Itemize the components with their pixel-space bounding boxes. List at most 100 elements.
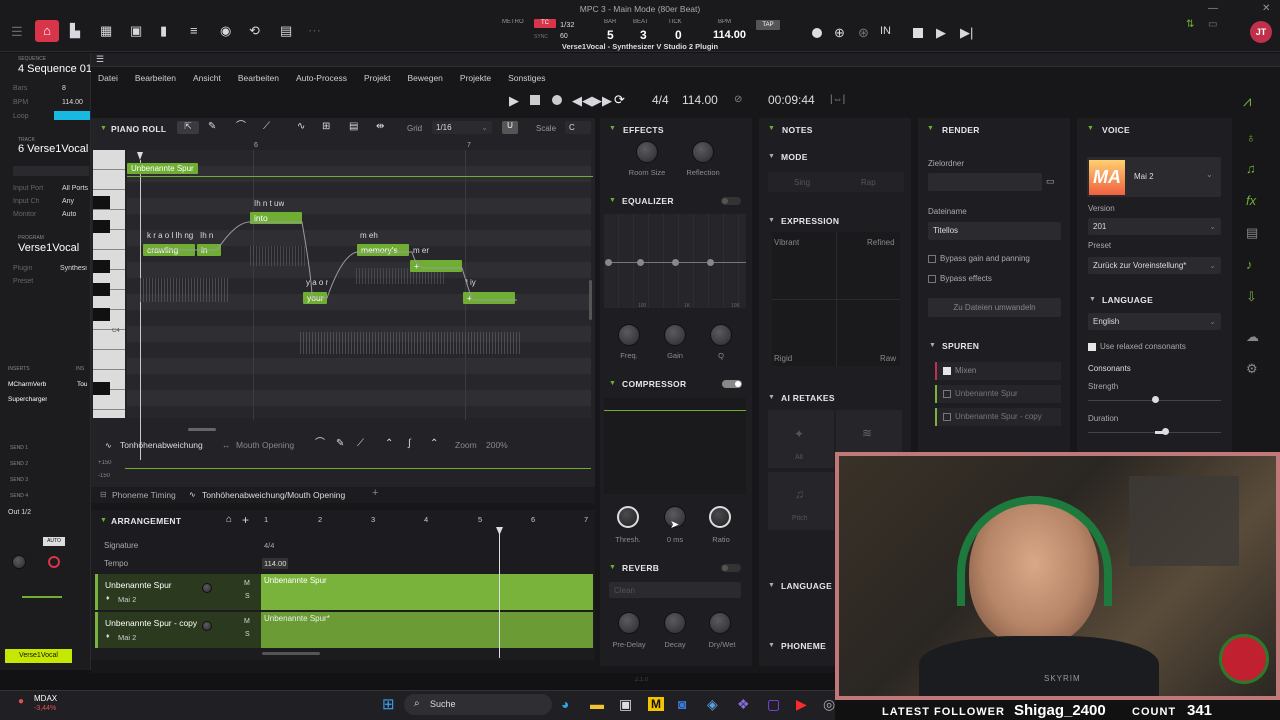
fit-icon[interactable]: |⇔| (830, 95, 845, 105)
gain-knob[interactable] (664, 324, 686, 346)
eq-node[interactable] (605, 259, 612, 266)
loop-toggle[interactable] (54, 111, 90, 120)
track-name[interactable]: 6 Verse1Vocal (18, 143, 88, 155)
expression-collapse-icon[interactable]: ▼ (768, 217, 775, 224)
duration-handle[interactable] (1162, 428, 1169, 435)
threshold-knob[interactable] (617, 506, 639, 528)
grid-select[interactable]: 1/16 ⌄ (432, 121, 492, 134)
menu-datei[interactable]: Datei (98, 73, 118, 83)
menu-bearbeiten-2[interactable]: Bearbeiten (238, 73, 279, 83)
effects-collapse-icon[interactable]: ▼ (609, 125, 616, 132)
convert-button[interactable]: Zu Dateien umwandeln (928, 298, 1061, 317)
mode-collapse-icon[interactable]: ▼ (768, 153, 775, 160)
eq-node[interactable] (637, 259, 644, 266)
twitch-icon[interactable]: ▢ (767, 697, 780, 711)
record-arm-icon[interactable] (48, 556, 60, 568)
edge-icon[interactable]: ◕ (561, 697, 569, 711)
app-m-icon[interactable]: M (648, 697, 664, 711)
bpm-value-left[interactable]: 114.00 (62, 99, 83, 106)
horizontal-scrollbar[interactable] (188, 428, 216, 431)
send-4[interactable]: SEND 4 (10, 493, 28, 499)
monitor-value[interactable]: Auto (62, 211, 76, 218)
app-icon[interactable]: ❖ (737, 697, 750, 711)
play-button[interactable]: ▶ (936, 26, 946, 39)
record-target-icon[interactable]: ◉ (220, 24, 231, 37)
menu-sonstiges[interactable]: Sonstiges (508, 73, 545, 83)
plugin-menu-icon[interactable]: ☰ (96, 55, 104, 64)
render-collapse-icon[interactable]: ▼ (927, 125, 934, 132)
app-icon[interactable]: ◙ (678, 697, 686, 711)
send-3[interactable]: SEND 3 (10, 477, 28, 483)
reflection-knob[interactable] (692, 141, 714, 163)
magnet-button[interactable]: U (502, 121, 518, 134)
music-sidebar-icon[interactable]: ♫ (1246, 162, 1256, 175)
bypass-gain-checkbox[interactable]: Bypass gain and panning (928, 254, 1030, 263)
black-key[interactable] (93, 308, 110, 321)
param-reset-icon[interactable]: ⌃ (430, 439, 438, 449)
menu-projekte[interactable]: Projekte (460, 73, 491, 83)
auto-button[interactable]: AUTO (43, 537, 65, 546)
add-track-icon[interactable]: + (242, 514, 249, 526)
windows-start-icon[interactable]: ⊞ (382, 697, 395, 712)
eq-node[interactable] (672, 259, 679, 266)
zoom-value[interactable]: 200% (486, 440, 508, 450)
param-select-icon[interactable]: ⌒ (315, 439, 325, 449)
stock-name[interactable]: MDAX (34, 694, 57, 703)
folder-icon[interactable]: ▭ (1046, 177, 1055, 186)
track-name-1[interactable]: Unbenannte Spur (105, 580, 172, 590)
loop-icon[interactable]: ⟲ (249, 24, 260, 37)
automation-icon[interactable]: ⊛ (858, 26, 869, 39)
insert-mcharmverb[interactable]: MCharmVerb (8, 381, 46, 388)
tempo-value[interactable]: 114.00 (262, 558, 289, 569)
volume-fader[interactable] (22, 596, 62, 598)
vertical-scrollbar[interactable] (589, 280, 592, 320)
tc-badge[interactable]: TC (534, 19, 556, 28)
strength-handle[interactable] (1152, 396, 1159, 403)
freq-knob[interactable] (618, 324, 640, 346)
rewind-icon[interactable]: ◀◀ (572, 94, 592, 107)
app-icon[interactable]: ◈ (707, 697, 718, 711)
cloud-sidebar-icon[interactable]: ☁ (1246, 330, 1259, 343)
notes-collapse-icon[interactable]: ▼ (768, 125, 775, 132)
phoneme-collapse-icon[interactable]: ▼ (768, 642, 775, 649)
menu-ansicht[interactable]: Ansicht (193, 73, 221, 83)
track-name-2[interactable]: Unbenannte Spur - copy (105, 618, 197, 628)
track-label-tag[interactable]: Unbenannte Spur (127, 163, 198, 174)
screen-icon[interactable]: ▣ (130, 24, 142, 37)
tab-pitch-mouth[interactable]: Tonhöhenabweichung/Mouth Opening (202, 490, 345, 500)
track-solo-icon[interactable]: S (245, 593, 250, 600)
close-icon[interactable]: ✕ (1262, 4, 1270, 14)
menu-icon[interactable]: ☰ (11, 25, 23, 38)
decay-knob[interactable] (664, 612, 686, 634)
mixer-icon[interactable]: ▮ (160, 24, 167, 37)
settings-sidebar-icon[interactable]: ⚙ (1246, 362, 1258, 375)
ratio-knob[interactable] (709, 506, 731, 528)
param-tab-mouth[interactable]: Mouth Opening (236, 440, 294, 450)
app-icon[interactable]: ◎ (823, 697, 835, 711)
drywet-knob[interactable] (709, 612, 731, 634)
menu-bearbeiten[interactable]: Bearbeiten (135, 73, 176, 83)
overdub-icon[interactable]: ⊕ (834, 26, 845, 39)
param-curve[interactable] (125, 468, 591, 469)
swap-icon[interactable]: ↔ (222, 440, 231, 450)
store-icon[interactable]: ▣ (619, 697, 632, 711)
tool-line-icon[interactable]: ⟋ (263, 122, 270, 132)
document-icon[interactable]: ▙ (70, 24, 80, 37)
param-line-icon[interactable]: ⟋ (357, 439, 364, 449)
export-icon[interactable]: ▤ (280, 24, 292, 37)
user-avatar[interactable]: JT (1250, 21, 1272, 43)
track2-checkbox[interactable]: Unbenannte Spur - copy (935, 408, 1061, 426)
track-settings-icon[interactable]: ⌂ (226, 515, 232, 525)
menu-projekt[interactable]: Projekt (364, 73, 390, 83)
folder-input[interactable] (928, 173, 1042, 191)
param-collapse-icon[interactable]: ∿ (105, 441, 112, 450)
send-1[interactable]: SEND 1 (10, 445, 28, 451)
bpm-value[interactable]: 114.00 (713, 29, 746, 41)
bypass-effects-checkbox[interactable]: Bypass effects (928, 274, 992, 283)
notes-language-collapse-icon[interactable]: ▼ (768, 582, 775, 589)
doc-sidebar-icon[interactable]: ▤ (1246, 226, 1258, 239)
reverb-collapse-icon[interactable]: ▼ (609, 564, 616, 571)
taskbar-search[interactable] (404, 694, 552, 715)
forward-icon[interactable]: ▶▶ (592, 94, 612, 107)
program-name[interactable]: Verse1Vocal (18, 242, 79, 254)
